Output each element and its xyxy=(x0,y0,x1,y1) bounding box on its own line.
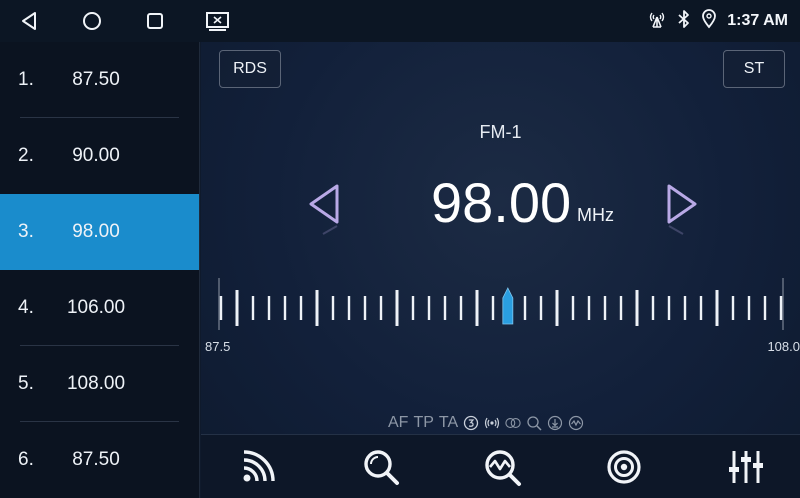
recents-icon[interactable] xyxy=(140,6,170,36)
tuner-panel: RDS ST FM-1 98.00 MHz 87.5 108.0 AF TP T… xyxy=(201,42,800,498)
preset-number: 6. xyxy=(18,449,34,470)
radio-icon[interactable] xyxy=(600,443,648,491)
tp-flag: TP xyxy=(413,414,434,431)
signal-icon[interactable] xyxy=(234,443,282,491)
download-icon xyxy=(547,415,563,431)
signal-tower-icon xyxy=(647,9,667,34)
preset-item[interactable]: 4. 106.00 xyxy=(0,270,199,346)
preset-frequency: 90.00 xyxy=(72,145,120,166)
bottom-toolbar xyxy=(201,434,800,498)
rds-status-row: AF TP TA xyxy=(388,412,584,434)
band-label: FM-1 xyxy=(479,122,522,142)
preset-number: 1. xyxy=(18,69,34,90)
loop-icon xyxy=(505,415,521,431)
preset-frequency: 106.00 xyxy=(66,297,126,318)
preset-item[interactable]: 5. 108.00 xyxy=(0,346,199,422)
preset-list: 1. 87.50 2. 90.00 3. 98.00 4. 106.00 5. … xyxy=(0,42,200,498)
preset-number: 2. xyxy=(18,145,34,166)
preset-item-selected[interactable]: 3. 98.00 xyxy=(0,194,199,270)
seek-down-icon[interactable] xyxy=(303,182,343,235)
preset-frequency: 87.50 xyxy=(72,449,120,470)
scan-icon[interactable] xyxy=(478,443,526,491)
preset-number: 5. xyxy=(18,373,34,394)
preset-number: 4. xyxy=(18,297,34,318)
preset-item[interactable]: 1. 87.50 xyxy=(0,42,199,118)
location-icon xyxy=(701,8,717,34)
equalizer-icon[interactable] xyxy=(722,443,770,491)
stereo-button[interactable]: ST xyxy=(723,50,785,88)
search-icon xyxy=(526,415,542,431)
broadcast-icon xyxy=(484,415,500,431)
wave-icon xyxy=(568,415,584,431)
preset-frequency: 108.00 xyxy=(66,373,126,394)
tuning-pointer[interactable] xyxy=(502,287,514,325)
bluetooth-icon xyxy=(677,9,691,34)
frequency-scale[interactable] xyxy=(201,278,800,338)
seek-up-icon[interactable] xyxy=(663,182,703,235)
scale-min-label: 87.5 xyxy=(205,339,231,354)
preset-frequency: 98.00 xyxy=(72,221,120,242)
preset-item[interactable]: 6. 87.50 xyxy=(0,422,199,498)
status-time: 1:37 AM xyxy=(727,12,788,29)
home-icon[interactable] xyxy=(77,6,107,36)
af-flag: AF xyxy=(388,414,409,431)
status-bar: 1:37 AM xyxy=(0,0,800,42)
preset-item[interactable]: 2. 90.00 xyxy=(0,118,199,194)
scale-max-label: 108.0 xyxy=(767,339,800,354)
rds-button[interactable]: RDS xyxy=(219,50,281,88)
preset-frequency: 87.50 xyxy=(72,69,120,90)
ta-flag: TA xyxy=(438,414,459,431)
frequency-unit: MHz xyxy=(577,205,614,225)
back-icon[interactable] xyxy=(14,6,44,36)
stereo-3-icon xyxy=(463,415,479,431)
preset-number: 3. xyxy=(18,221,34,242)
frequency-display: 98.00 xyxy=(431,171,572,234)
search-icon[interactable] xyxy=(357,443,405,491)
screen-cast-icon[interactable] xyxy=(203,6,233,36)
